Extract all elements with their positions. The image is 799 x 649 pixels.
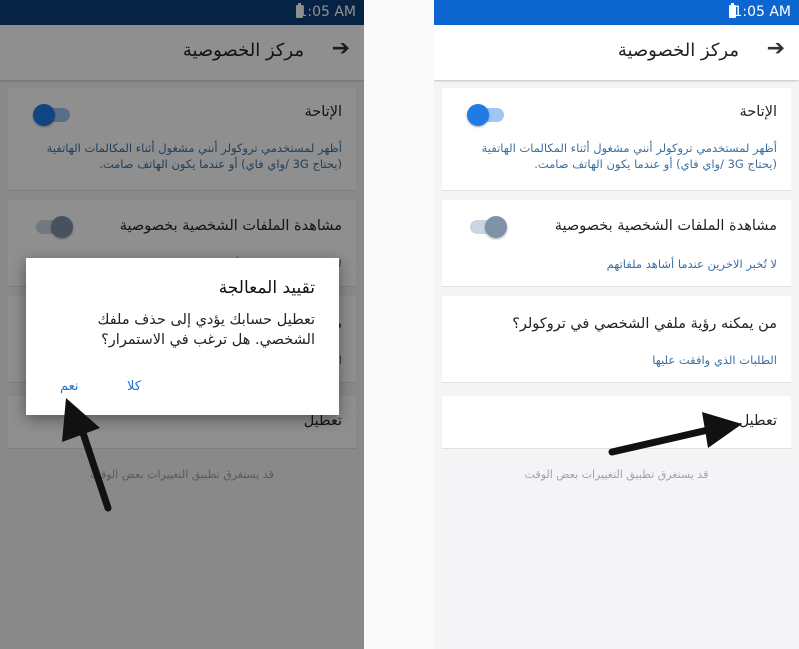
- left-phone-screen: 1:05 AM ➔ مركز الخصوصية الإتاحة أظهر لمس…: [0, 0, 364, 649]
- private-viewing-toggle[interactable]: [470, 216, 507, 238]
- yes-button[interactable]: نعم: [60, 379, 79, 394]
- private-viewing-title: مشاهدة الملفات الشخصية بخصوصية: [554, 218, 777, 234]
- dialog-title: تقييد المعالجة: [218, 278, 315, 298]
- deactivate-card[interactable]: تعطيل: [442, 396, 791, 449]
- availability-toggle[interactable]: [467, 104, 504, 126]
- private-viewing-card[interactable]: مشاهدة الملفات الشخصية بخصوصية لا تُخبر …: [442, 200, 791, 287]
- who-can-view-card[interactable]: من يمكنه رؤية ملفي الشخصي في تروكولر؟ ال…: [442, 296, 791, 383]
- deactivate-title: تعطيل: [738, 413, 777, 429]
- availability-card[interactable]: الإتاحة أظهر لمستخدمي تروكولر أنني مشغول…: [442, 88, 791, 191]
- restrict-processing-dialog: تقييد المعالجة تعطيل حسابك يؤدي إلى حذف …: [26, 258, 339, 415]
- dialog-message: تعطيل حسابك يؤدي إلى حذف ملفك الشخصي. هل…: [97, 312, 316, 348]
- availability-title: الإتاحة: [739, 104, 778, 120]
- toggle-knob: [467, 104, 489, 126]
- who-can-view-description: الطلبات الذي وافقت عليها: [652, 353, 777, 367]
- toggle-knob: [485, 216, 507, 238]
- private-viewing-description: لا تُخبر الاخرين عندما أشاهد ملفاتهم: [606, 257, 777, 271]
- who-can-view-title: من يمكنه رؤية ملفي الشخصي في تروكولر؟: [512, 316, 777, 332]
- page-title: مركز الخصوصية: [617, 40, 739, 61]
- status-time: 1:05 AM: [733, 4, 791, 20]
- arrow-right-icon[interactable]: ➔: [767, 36, 785, 61]
- separator-gap: [364, 0, 434, 649]
- status-bar: 1:05 AM: [434, 0, 799, 25]
- right-phone-screen: 1:05 AM ➔ مركز الخصوصية الإتاحة أظهر لمس…: [434, 0, 799, 649]
- no-button[interactable]: كلا: [127, 379, 141, 394]
- changes-note: قد يستغرق تطبيق التغييرات بعض الوقت: [524, 468, 709, 481]
- availability-description: أظهر لمستخدمي تروكولر أنني مشغول أثناء ا…: [481, 141, 777, 171]
- app-bar: ➔ مركز الخصوصية: [434, 25, 799, 80]
